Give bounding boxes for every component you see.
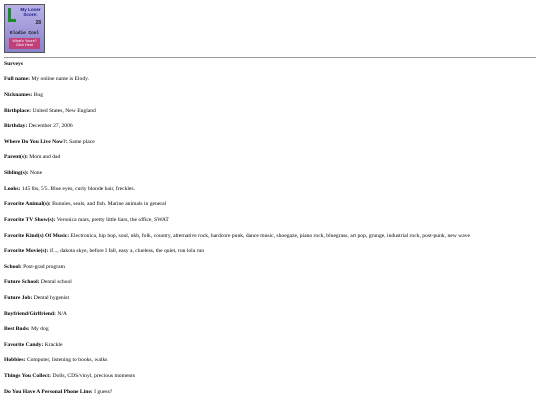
- row-label: Future Job:: [4, 294, 33, 301]
- survey-row-looks: Looks: 145 lbs, 5'5. Blue eyes, curly bl…: [4, 186, 530, 192]
- row-label: Things You Collect:: [4, 373, 52, 379]
- row-value: I guess?: [94, 388, 113, 395]
- survey-row-parents: Parent(s): Mom and dad: [4, 154, 530, 160]
- row-value: Post-grad program: [23, 263, 65, 270]
- row-label: School:: [4, 263, 22, 270]
- row-value: Krackle: [44, 341, 63, 348]
- row-label: Sibling(s):: [4, 170, 29, 177]
- row-label: Looks:: [4, 185, 21, 192]
- survey-row-future-job: Future Job: Dental hygenist: [4, 295, 530, 301]
- row-label: Favorite Animal(s):: [4, 201, 51, 208]
- survey-row-tv-shows: Favorite TV Show(s): Veronica mars, pret…: [4, 217, 530, 223]
- survey-row-best-buds: Best Buds: My dog: [4, 326, 530, 332]
- survey-row-birthplace: Birthplace: United States, New England: [4, 108, 530, 114]
- row-value: Bunnies, seals, and fish. Marine animals…: [52, 201, 167, 208]
- survey-row-candy: Favorite Candy: Krackle: [4, 342, 530, 348]
- row-label: Boyfriend/Girlfriend:: [4, 310, 56, 317]
- loser-l-icon: [8, 8, 16, 22]
- row-value: Mom and dad: [29, 154, 61, 161]
- row-label: Parent(s):: [4, 154, 28, 161]
- survey-row-phone-line: Do You Have A Personal Phone Line: I gue…: [4, 389, 530, 395]
- row-label: Best Buds:: [4, 326, 30, 333]
- survey-row-school: School: Post-grad program: [4, 264, 530, 270]
- row-value: None: [29, 170, 43, 177]
- row-value: Dental hygenist: [33, 294, 70, 301]
- row-label: Hobbies:: [4, 357, 26, 364]
- row-label: Favorite TV Show(s):: [4, 216, 56, 223]
- row-value: My online name is Elody.: [31, 76, 89, 83]
- row-value: Bug: [33, 92, 44, 99]
- row-value: if..., dakota skye, before I fall, easy …: [49, 248, 205, 255]
- row-value: Dolls, CDS/vinyl, precious moments: [52, 373, 135, 379]
- survey-row-future-school: Future School: Dental school: [4, 279, 530, 285]
- row-value: Veronica mars, pretty little liars, the …: [56, 216, 169, 223]
- survey-row-full-name: Full name: My online name is Elody.: [4, 76, 530, 82]
- survey-content: Surveys Full name: My online name is Elo…: [4, 61, 530, 404]
- survey-row-movies: Favorite Movie(s): if..., dakota skye, b…: [4, 248, 530, 254]
- survey-row-relationship: Boyfriend/Girlfriend: N/A: [4, 311, 530, 317]
- badge-name: Elodie Cool: [10, 31, 39, 36]
- badge-cta[interactable]: What's Yours? Click Here: [9, 38, 40, 49]
- survey-row-hobbies: Hobbies: Computer, listening to books, w…: [4, 357, 530, 363]
- row-label: Nicknames:: [4, 92, 33, 99]
- row-label: Birthday:: [4, 123, 28, 130]
- survey-row-live-now: Where Do You Live Now?: Same place: [4, 139, 530, 145]
- row-value: United States, New England: [32, 107, 96, 114]
- badge-title-line2: Score:: [23, 12, 38, 18]
- row-label: Where Do You Live Now?:: [4, 138, 68, 145]
- survey-row-birthday: Birthday: December 27, 2006: [4, 123, 530, 129]
- row-label: Future School:: [4, 279, 40, 286]
- survey-row-siblings: Sibling(s): None: [4, 170, 530, 176]
- row-value: December 27, 2006: [28, 123, 73, 130]
- row-label: Favorite Kind(s) Of Music:: [4, 232, 70, 239]
- row-label: Do You Have A Personal Phone Line:: [4, 388, 93, 395]
- row-value: Dental school: [40, 279, 72, 286]
- row-value: My dog: [31, 326, 49, 333]
- divider: [4, 57, 536, 58]
- badge-score: 28: [35, 20, 41, 26]
- row-value: 145 lbs, 5'5. Blue eyes, curly blonde ha…: [21, 185, 135, 192]
- badge-cta-line2: Click Here: [15, 43, 34, 48]
- row-value: Computer, listening to books, walks: [26, 357, 108, 364]
- section-title: Surveys: [4, 61, 23, 67]
- row-label: Birthplace:: [4, 107, 32, 114]
- survey-row-nicknames: Nicknames: Bug: [4, 92, 530, 98]
- loser-score-badge[interactable]: My Loser Score: 28 Elodie Cool What's Yo…: [4, 4, 45, 53]
- badge-title: My Loser Score:: [17, 7, 44, 17]
- survey-row-music: Favorite Kind(s) Of Music: Electronica, …: [4, 233, 530, 239]
- row-value: Same place: [69, 138, 95, 145]
- row-label: Full name:: [4, 76, 30, 83]
- row-value: N/A: [57, 310, 67, 317]
- row-label: Favorite Candy:: [4, 341, 44, 348]
- survey-row-collect: Things You Collect: Dolls, CDS/vinyl, pr…: [4, 373, 530, 379]
- row-label: Favorite Movie(s):: [4, 248, 49, 255]
- row-value: Electronica, hip hop, soul, nkb, folk, c…: [70, 232, 470, 239]
- survey-row-animals: Favorite Animal(s): Bunnies, seals, and …: [4, 201, 530, 207]
